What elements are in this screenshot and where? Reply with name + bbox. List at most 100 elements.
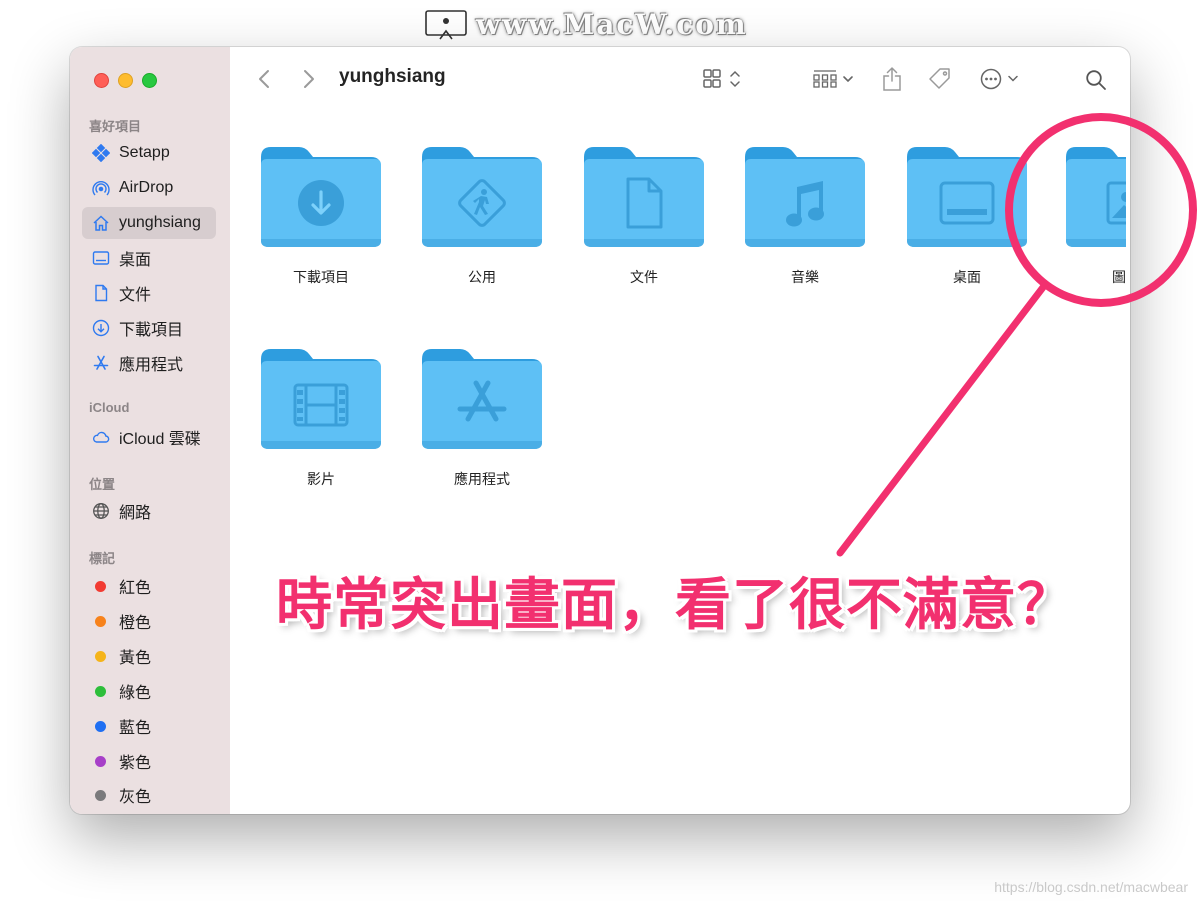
annotation-caption: 時常突出畫面，看了很不滿意？ (276, 573, 1074, 638)
folder-item[interactable]: 音樂 (740, 143, 870, 287)
macw-logo-icon (425, 9, 467, 39)
folder-label: 圖 (1112, 269, 1126, 285)
tag-purple[interactable]: 紫色 (82, 745, 216, 777)
folder-label: 公用 (468, 269, 496, 285)
tag-label: 綠色 (119, 685, 152, 702)
window-title: yunghsiang (339, 66, 446, 87)
traffic-lights (94, 73, 157, 88)
folder-icon (1066, 147, 1126, 247)
folder-label: 影片 (307, 471, 335, 487)
sidebar-item-documents[interactable]: 文件 (82, 277, 216, 309)
watermark: www.MacW.com (424, 8, 748, 41)
folder-item[interactable]: 影片 (256, 345, 386, 489)
sidebar-item-downloads[interactable]: 下載項目 (82, 312, 216, 344)
tags-header: 標記 (89, 551, 116, 566)
watermark-text: www.MacW.com (476, 8, 748, 41)
folder-icon (745, 147, 865, 247)
folder-label: 文件 (630, 269, 658, 285)
folder-item[interactable]: 應用程式 (417, 345, 547, 489)
sidebar-item-label: 應用程式 (119, 357, 184, 374)
sidebar-item-icloud-drive[interactable]: iCloud 雲碟 (82, 421, 216, 453)
orange-tag-dot (95, 615, 106, 627)
folder-label: 應用程式 (454, 471, 510, 487)
home-icon (91, 213, 111, 233)
folder-icon (584, 147, 704, 247)
globe-icon (91, 501, 111, 521)
icon-grid-view-icon (703, 69, 740, 88)
folder-item[interactable]: 文件 (579, 143, 709, 287)
group-view-icon (813, 70, 853, 88)
folder-item[interactable]: 桌面 (902, 143, 1032, 287)
ellipsis-circle-icon (980, 68, 1018, 90)
folder-label: 桌面 (953, 269, 981, 285)
desktop-icon (91, 248, 111, 268)
sidebar-item-label: 網路 (119, 505, 152, 522)
folder-item[interactable]: 公用 (417, 143, 547, 287)
sidebar-item-airdrop[interactable]: AirDrop (82, 172, 216, 204)
folder-icon (422, 147, 542, 247)
tags-button[interactable] (926, 66, 954, 92)
tag-red[interactable]: 紅色 (82, 570, 216, 602)
gray-tag-dot (95, 789, 106, 801)
finder-window: 喜好項目 Setapp AirDrop yunghsiang 桌面 文件 下載項… (70, 47, 1130, 814)
download-icon (91, 318, 111, 338)
share-button[interactable] (879, 65, 905, 93)
search-button[interactable] (1083, 67, 1109, 93)
tag-label: 黃色 (119, 650, 152, 667)
close-button[interactable] (94, 73, 109, 88)
sidebar-item-network[interactable]: 網路 (82, 495, 216, 527)
sidebar-item-label: 桌面 (119, 252, 152, 269)
tag-label: 紫色 (119, 755, 152, 772)
sidebar-item-label: 下載項目 (119, 322, 184, 339)
more-actions-button[interactable] (976, 66, 1024, 92)
green-tag-dot (95, 685, 106, 697)
tag-label: 橙色 (119, 615, 152, 632)
icloud-header: iCloud (89, 400, 130, 415)
sidebar-item-label: Setapp (119, 144, 170, 161)
tag-orange[interactable]: 橙色 (82, 605, 216, 637)
tag-label: 紅色 (119, 580, 152, 597)
sidebar-item-label: 文件 (119, 287, 152, 304)
sidebar-item-desktop[interactable]: 桌面 (82, 242, 216, 274)
download-glyph (298, 180, 344, 226)
group-by-button[interactable] (809, 67, 859, 91)
tag-gray[interactable]: 灰色 (82, 779, 216, 811)
sidebar: 喜好項目 Setapp AirDrop yunghsiang 桌面 文件 下載項… (70, 47, 230, 814)
back-button[interactable] (254, 68, 274, 90)
sidebar-item-setapp[interactable]: Setapp (82, 137, 216, 169)
folder-icon (422, 349, 542, 449)
document-icon (91, 283, 111, 303)
sidebar-item-yunghsiang[interactable]: yunghsiang (82, 207, 216, 239)
forward-button[interactable] (299, 68, 319, 90)
folder-item[interactable]: 下載項目 (256, 143, 386, 287)
folder-item[interactable]: 圖 (1064, 143, 1126, 287)
sidebar-item-label: yunghsiang (119, 214, 201, 231)
tag-yellow[interactable]: 黃色 (82, 640, 216, 672)
red-tag-dot (95, 580, 106, 592)
folder-icon (261, 349, 381, 449)
chevron-left-icon (259, 70, 269, 88)
purple-tag-dot (95, 755, 106, 767)
setapp-icon (91, 143, 111, 163)
sidebar-item-label: iCloud 雲碟 (119, 431, 201, 448)
blue-tag-dot (95, 720, 106, 732)
tag-icon (929, 68, 950, 89)
view-mode-button[interactable] (700, 67, 746, 91)
tag-blue[interactable]: 藍色 (82, 710, 216, 742)
share-icon (883, 66, 901, 91)
sidebar-item-applications[interactable]: 應用程式 (82, 347, 216, 379)
minimize-button[interactable] (118, 73, 133, 88)
cloud-icon (91, 427, 111, 447)
tag-label: 灰色 (119, 789, 152, 806)
sidebar-item-label: AirDrop (119, 179, 174, 196)
folder-icon (907, 147, 1027, 247)
applications-icon (91, 353, 111, 373)
folder-icon (261, 147, 381, 247)
chevron-right-icon (304, 70, 314, 88)
yellow-tag-dot (95, 650, 106, 662)
zoom-button[interactable] (142, 73, 157, 88)
folder-label: 音樂 (791, 269, 819, 285)
airdrop-icon (91, 178, 111, 198)
tag-label: 藍色 (119, 720, 152, 737)
tag-green[interactable]: 綠色 (82, 675, 216, 707)
